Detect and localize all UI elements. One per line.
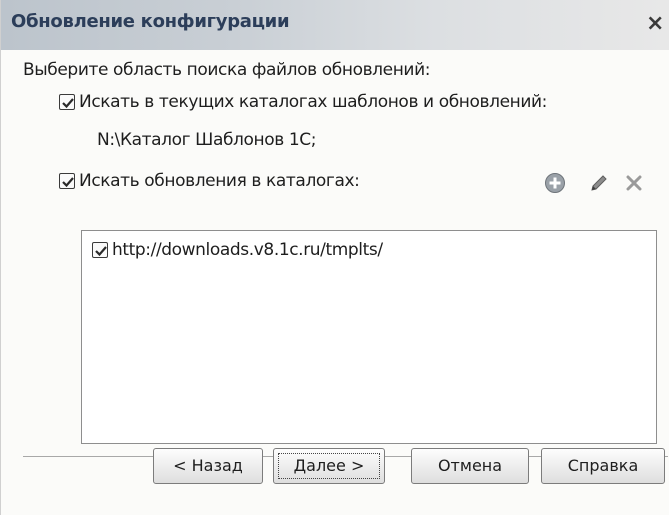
checkmark-icon — [62, 177, 74, 188]
directory-checkbox[interactable] — [92, 242, 108, 258]
directory-url: http://downloads.v8.1c.ru/tmplts/ — [112, 240, 383, 260]
search-current-label: Искать в текущих каталогах шаблонов и об… — [79, 92, 547, 112]
search-dirs-checkbox[interactable] — [59, 173, 75, 189]
dialog-title: Обновление конфигурации — [11, 11, 290, 32]
list-item[interactable]: http://downloads.v8.1c.ru/tmplts/ — [90, 239, 650, 263]
checkmark-icon — [95, 246, 107, 257]
close-icon[interactable]: × — [646, 12, 668, 36]
next-button[interactable]: Далее > — [273, 448, 385, 484]
update-configuration-dialog: Обновление конфигурации × Выберите облас… — [0, 0, 669, 515]
title-bar: Обновление конфигурации × — [1, 0, 669, 50]
focus-ring — [278, 453, 380, 479]
help-button[interactable]: Справка — [541, 448, 665, 484]
delete-icon[interactable] — [623, 172, 645, 194]
cancel-button[interactable]: Отмена — [411, 448, 529, 484]
edit-icon[interactable] — [588, 172, 610, 194]
search-dirs-label: Искать обновления в каталогах: — [79, 171, 360, 191]
checkmark-icon — [62, 98, 74, 109]
add-icon[interactable] — [544, 172, 566, 194]
current-templates-path: N:\Каталог Шаблонов 1С; — [97, 130, 317, 150]
back-button[interactable]: < Назад — [153, 448, 263, 484]
search-area-prompt: Выберите область поиска файлов обновлени… — [23, 60, 431, 80]
directories-list[interactable]: http://downloads.v8.1c.ru/tmplts/ — [81, 230, 657, 444]
search-current-checkbox[interactable] — [59, 94, 75, 110]
